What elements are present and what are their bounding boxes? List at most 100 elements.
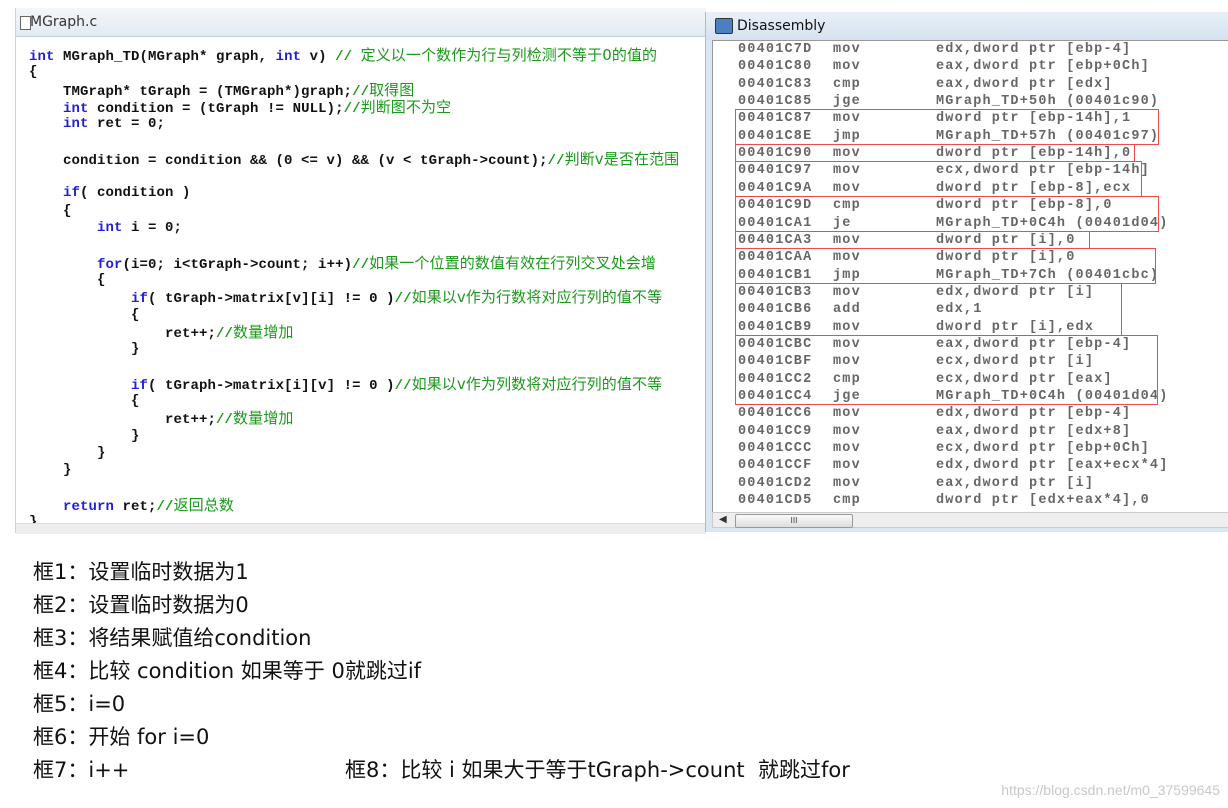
code-line: if( condition ) xyxy=(29,185,191,202)
comment: // xyxy=(216,412,234,429)
code-text: ret++; xyxy=(29,325,217,342)
keyword: int xyxy=(97,220,123,236)
code-text: (i=0; i<tGraph->count; i++) xyxy=(122,256,353,273)
operands: eax,dword ptr [edx+8] xyxy=(936,423,1132,439)
address: 00401CCF xyxy=(738,458,813,474)
address: 00401C80 xyxy=(738,59,813,75)
highlight-box-3 xyxy=(735,161,1142,198)
keyword: int xyxy=(63,116,89,133)
disassembly-title-bar: Disassembly xyxy=(706,12,1228,40)
code-line: for(i=0; i<tGraph->count; i++)//如果一个位置的数… xyxy=(29,253,656,273)
mnemonic: mov xyxy=(833,423,861,439)
mnemonic: cmp xyxy=(833,76,861,92)
comment: // xyxy=(343,100,361,117)
editor-title-bar: MGraph.c xyxy=(16,8,706,37)
code-line: ret++;//数量增加 xyxy=(29,322,294,342)
note-line: 框7：i++ xyxy=(33,758,130,782)
comment: // xyxy=(216,325,234,342)
code-line: { xyxy=(29,64,38,81)
editor-scrollbar[interactable] xyxy=(16,523,706,534)
disassembly-window: Disassembly 00401C7D mov edx,dword ptr [eb… xyxy=(705,12,1228,532)
editor-title: MGraph.c xyxy=(30,14,98,30)
code-line: condition = condition && (0 <= v) && (v … xyxy=(29,150,679,169)
note-line: 框4：比较 condition 如果等于 0就跳过if xyxy=(33,659,422,683)
keyword: if xyxy=(131,291,149,308)
horizontal-scrollbar[interactable]: ◀ III xyxy=(712,512,1228,528)
code-line: int condition = (tGraph != NULL);//判断图不为… xyxy=(29,98,451,117)
code-line: if( tGraph->matrix[v][i] != 0 )//如果以v作为行… xyxy=(29,288,663,308)
address: 00401C83 xyxy=(738,76,813,92)
code-area[interactable]: int MGraph_TD(MGraph* graph, int v) // 定… xyxy=(29,38,706,531)
code-line: int MGraph_TD(MGraph* graph, int v) // 定… xyxy=(29,46,658,66)
keyword: for xyxy=(97,256,123,273)
comment: // xyxy=(156,498,174,515)
code-text: { xyxy=(29,202,72,219)
address: 00401CC9 xyxy=(738,423,813,439)
operands: eax,dword ptr [i] xyxy=(936,475,1095,491)
code-line: } xyxy=(29,428,140,445)
comment: 数量增加 xyxy=(233,322,294,341)
comment: // xyxy=(394,291,412,308)
mnemonic: mov xyxy=(833,59,861,75)
code-line: ret++;//数量增加 xyxy=(29,409,294,429)
code-text: MGraph_TD(MGraph* graph, xyxy=(54,49,276,65)
operands: eax,dword ptr [ebp+0Ch] xyxy=(936,59,1150,75)
highlight-box-4 xyxy=(735,196,1159,232)
highlight-box-2 xyxy=(735,144,1135,163)
scrollbar-thumb[interactable]: III xyxy=(735,514,853,528)
keyword: int xyxy=(29,49,55,65)
comment: 如果以v作为列数将对应行列的值不等 xyxy=(411,374,663,393)
comment: // xyxy=(352,256,370,273)
code-text: { xyxy=(29,393,140,409)
watermark: https://blog.csdn.net/m0_37599645 xyxy=(1001,782,1220,798)
code-line: if( tGraph->matrix[i][v] != 0 )//如果以v作为列… xyxy=(29,374,663,394)
mnemonic: mov xyxy=(833,458,861,474)
note-line: 框3：将结果赋值给condition xyxy=(33,626,312,650)
operands: edx,dword ptr [ebp-4] xyxy=(936,406,1132,422)
code-text: } xyxy=(29,462,72,479)
note-line: 框6：开始 for i=0 xyxy=(33,725,210,749)
highlight-box-8 xyxy=(735,334,1158,406)
comment: // xyxy=(547,152,565,169)
code-line: TMGraph* tGraph = (TMGraph*)graph;//取得图 xyxy=(29,81,414,100)
code-line: { xyxy=(29,272,106,289)
code-text: condition = (tGraph != NULL); xyxy=(88,100,344,117)
note-line: 框1：设置临时数据为1 xyxy=(33,560,249,584)
code-line: { xyxy=(29,203,72,220)
code-text: ret = 0; xyxy=(88,116,166,133)
note-line: 框2：设置临时数据为0 xyxy=(33,593,249,617)
highlight-box-6 xyxy=(735,248,1156,284)
code-text: } xyxy=(29,444,106,461)
address: 00401C85 xyxy=(738,94,813,110)
code-text: ret; xyxy=(114,498,157,515)
mnemonic: mov xyxy=(833,475,861,491)
comment: 定义以一个数作为行与列检测不等于0的值的 xyxy=(360,46,658,64)
code-line: { xyxy=(29,393,140,410)
note-line: 框8：比较 i 如果大于等于tGraph->count 就跳过for xyxy=(345,758,850,782)
keyword: if xyxy=(63,185,81,202)
code-text: { xyxy=(29,64,38,81)
code-text: TMGraph* tGraph = (TMGraph*)graph; xyxy=(29,83,353,100)
operands: ecx,dword ptr [ebp+0Ch] xyxy=(936,441,1150,457)
disassembly-listing[interactable]: 00401C7D mov edx,dword ptr [ebp-4] 00401C80… xyxy=(712,40,1228,513)
comment: 数量增加 xyxy=(233,409,294,428)
comment: 如果一个位置的数值有效在行列交叉处会增 xyxy=(369,253,656,272)
mnemonic: cmp xyxy=(833,493,861,509)
comment: 如果以v作为行数将对应行列的值不等 xyxy=(411,288,663,307)
code-text: } xyxy=(29,427,140,444)
note-line: 框5：i=0 xyxy=(33,692,126,716)
comment: // xyxy=(394,377,412,394)
scroll-left-icon[interactable]: ◀ xyxy=(719,514,727,525)
code-line: { xyxy=(29,307,140,324)
code-line: } xyxy=(29,445,106,462)
code-line: int i = 0; xyxy=(29,220,182,237)
code-line: } xyxy=(29,341,140,358)
address: 00401CD2 xyxy=(738,475,813,491)
code-text: v) xyxy=(301,49,336,65)
code-text: { xyxy=(29,306,140,323)
address: 00401CC6 xyxy=(738,406,813,422)
